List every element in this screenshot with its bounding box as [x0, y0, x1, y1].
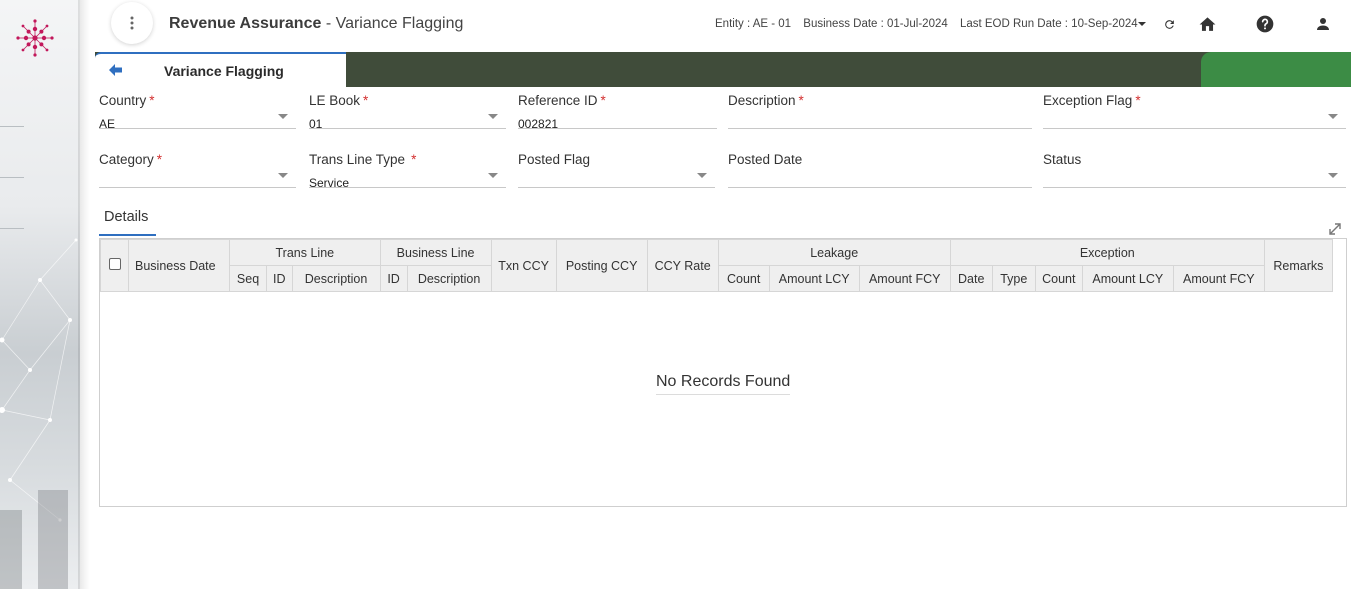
col-group-exception: Exception [949, 239, 1265, 266]
posted-flag-label: Posted Flag [518, 152, 591, 167]
exception-flag-field[interactable]: Exception Flag * [1043, 92, 1346, 140]
category-label: Category * [99, 152, 163, 167]
col-seq[interactable]: Seq [229, 265, 268, 292]
col-leakage-count[interactable]: Count [717, 265, 770, 292]
col-leakage-amount-lcy[interactable]: Amount LCY [768, 265, 860, 292]
empty-state-message: No Records Found [656, 373, 791, 395]
field-underline [518, 128, 717, 129]
chevron-down-icon[interactable] [488, 114, 498, 119]
description-label: Description * [728, 93, 804, 108]
col-exception-count[interactable]: Count [1034, 265, 1083, 292]
tab-extra[interactable] [1201, 52, 1351, 87]
col-business-line-description[interactable]: Description [406, 265, 492, 292]
refresh-icon[interactable] [1158, 13, 1180, 35]
country-field[interactable]: Country * AE [99, 92, 296, 140]
le-book-field[interactable]: LE Book * 01 [309, 92, 506, 140]
field-underline [728, 128, 1032, 129]
posted-date-field[interactable]: Posted Date [728, 151, 1032, 199]
page-title: Revenue Assurance - Variance Flagging [169, 15, 463, 33]
details-table: Business Date Trans Line Business Line T… [99, 238, 1347, 507]
status-field[interactable]: Status [1043, 151, 1346, 199]
chevron-down-icon[interactable] [1328, 114, 1338, 119]
user-icon[interactable] [1312, 13, 1334, 35]
chevron-down-icon[interactable] [278, 173, 288, 178]
left-sidebar [0, 0, 80, 589]
back-arrow-icon[interactable] [109, 64, 123, 76]
posted-date-label: Posted Date [728, 152, 803, 167]
last-eod-label: Last EOD Run Date : 10-Sep-2024 [959, 18, 1138, 30]
description-field[interactable]: Description * [728, 92, 1032, 140]
reference-id-field[interactable]: Reference ID * 002821 [518, 92, 717, 140]
status-label: Status [1043, 152, 1082, 167]
col-group-trans-line: Trans Line [229, 239, 381, 266]
col-exception-date[interactable]: Date [949, 265, 993, 292]
chevron-down-icon[interactable] [1131, 13, 1153, 35]
field-underline [1043, 128, 1346, 129]
col-exception-type[interactable]: Type [991, 265, 1036, 292]
chevron-down-icon[interactable] [697, 173, 707, 178]
category-field[interactable]: Category * [99, 151, 296, 199]
col-group-leakage: Leakage [717, 239, 951, 266]
sidebar-divider [0, 177, 24, 178]
field-underline [309, 187, 506, 188]
field-underline [728, 187, 1032, 188]
app-logo-icon[interactable] [14, 17, 56, 59]
details-tab-label: Details [104, 209, 149, 225]
home-icon[interactable] [1196, 13, 1218, 35]
trans-line-type-label: Trans Line Type * [309, 152, 417, 167]
field-underline [518, 187, 715, 188]
col-trans-line-id[interactable]: ID [266, 265, 293, 292]
network-background-graphic [0, 238, 78, 589]
session-info: Entity : AE - 01 Business Date : 01-Jul-… [715, 18, 1147, 30]
col-trans-line-description[interactable]: Description [291, 265, 381, 292]
exception-flag-label: Exception Flag * [1043, 93, 1141, 108]
field-underline [309, 128, 506, 129]
details-grid: Business Date Trans Line Business Line T… [100, 239, 1334, 292]
posted-flag-field[interactable]: Posted Flag [518, 151, 715, 199]
le-book-label: LE Book * [309, 93, 369, 108]
field-underline [1043, 187, 1346, 188]
col-exception-amount-lcy[interactable]: Amount LCY [1081, 265, 1174, 292]
col-exception-amount-fcy[interactable]: Amount FCY [1172, 265, 1265, 292]
sidebar-shadow [78, 0, 90, 589]
tab-label: Variance Flagging [164, 63, 284, 79]
top-header: Revenue Assurance - Variance Flagging En… [80, 0, 1366, 52]
col-txn-ccy[interactable]: Txn CCY [490, 239, 557, 292]
tab-details[interactable]: Details [99, 208, 156, 236]
more-vert-icon[interactable] [111, 2, 153, 44]
col-business-line-id[interactable]: ID [379, 265, 408, 292]
help-icon[interactable] [1254, 13, 1276, 35]
expand-icon[interactable] [1327, 221, 1343, 237]
country-label: Country * [99, 93, 155, 108]
screen-name: Variance Flagging [335, 15, 464, 32]
reference-id-label: Reference ID * [518, 93, 606, 108]
col-leakage-amount-fcy[interactable]: Amount FCY [858, 265, 951, 292]
tab-strip: Variance Flagging [95, 52, 1351, 87]
app-name: Revenue Assurance [169, 15, 322, 32]
chevron-down-icon[interactable] [488, 173, 498, 178]
chevron-down-icon[interactable] [1328, 173, 1338, 178]
chevron-down-icon[interactable] [278, 114, 288, 119]
tab-indicator [99, 234, 156, 236]
field-underline [99, 187, 296, 188]
col-remarks[interactable]: Remarks [1263, 239, 1334, 292]
select-all-header [100, 239, 129, 292]
tab-variance-flagging[interactable]: Variance Flagging [95, 52, 346, 87]
entity-label: Entity : AE - 01 [715, 18, 792, 30]
col-posting-ccy[interactable]: Posting CCY [555, 239, 648, 292]
col-ccy-rate[interactable]: CCY Rate [646, 239, 719, 292]
title-separator: - [321, 15, 336, 32]
field-underline [99, 128, 296, 129]
col-business-date[interactable]: Business Date [127, 239, 231, 292]
trans-line-type-field[interactable]: Trans Line Type * Service [309, 151, 506, 199]
sidebar-divider [0, 126, 24, 127]
business-date-label: Business Date : 01-Jul-2024 [803, 18, 948, 30]
col-group-business-line: Business Line [379, 239, 492, 266]
select-all-checkbox[interactable] [108, 258, 121, 270]
